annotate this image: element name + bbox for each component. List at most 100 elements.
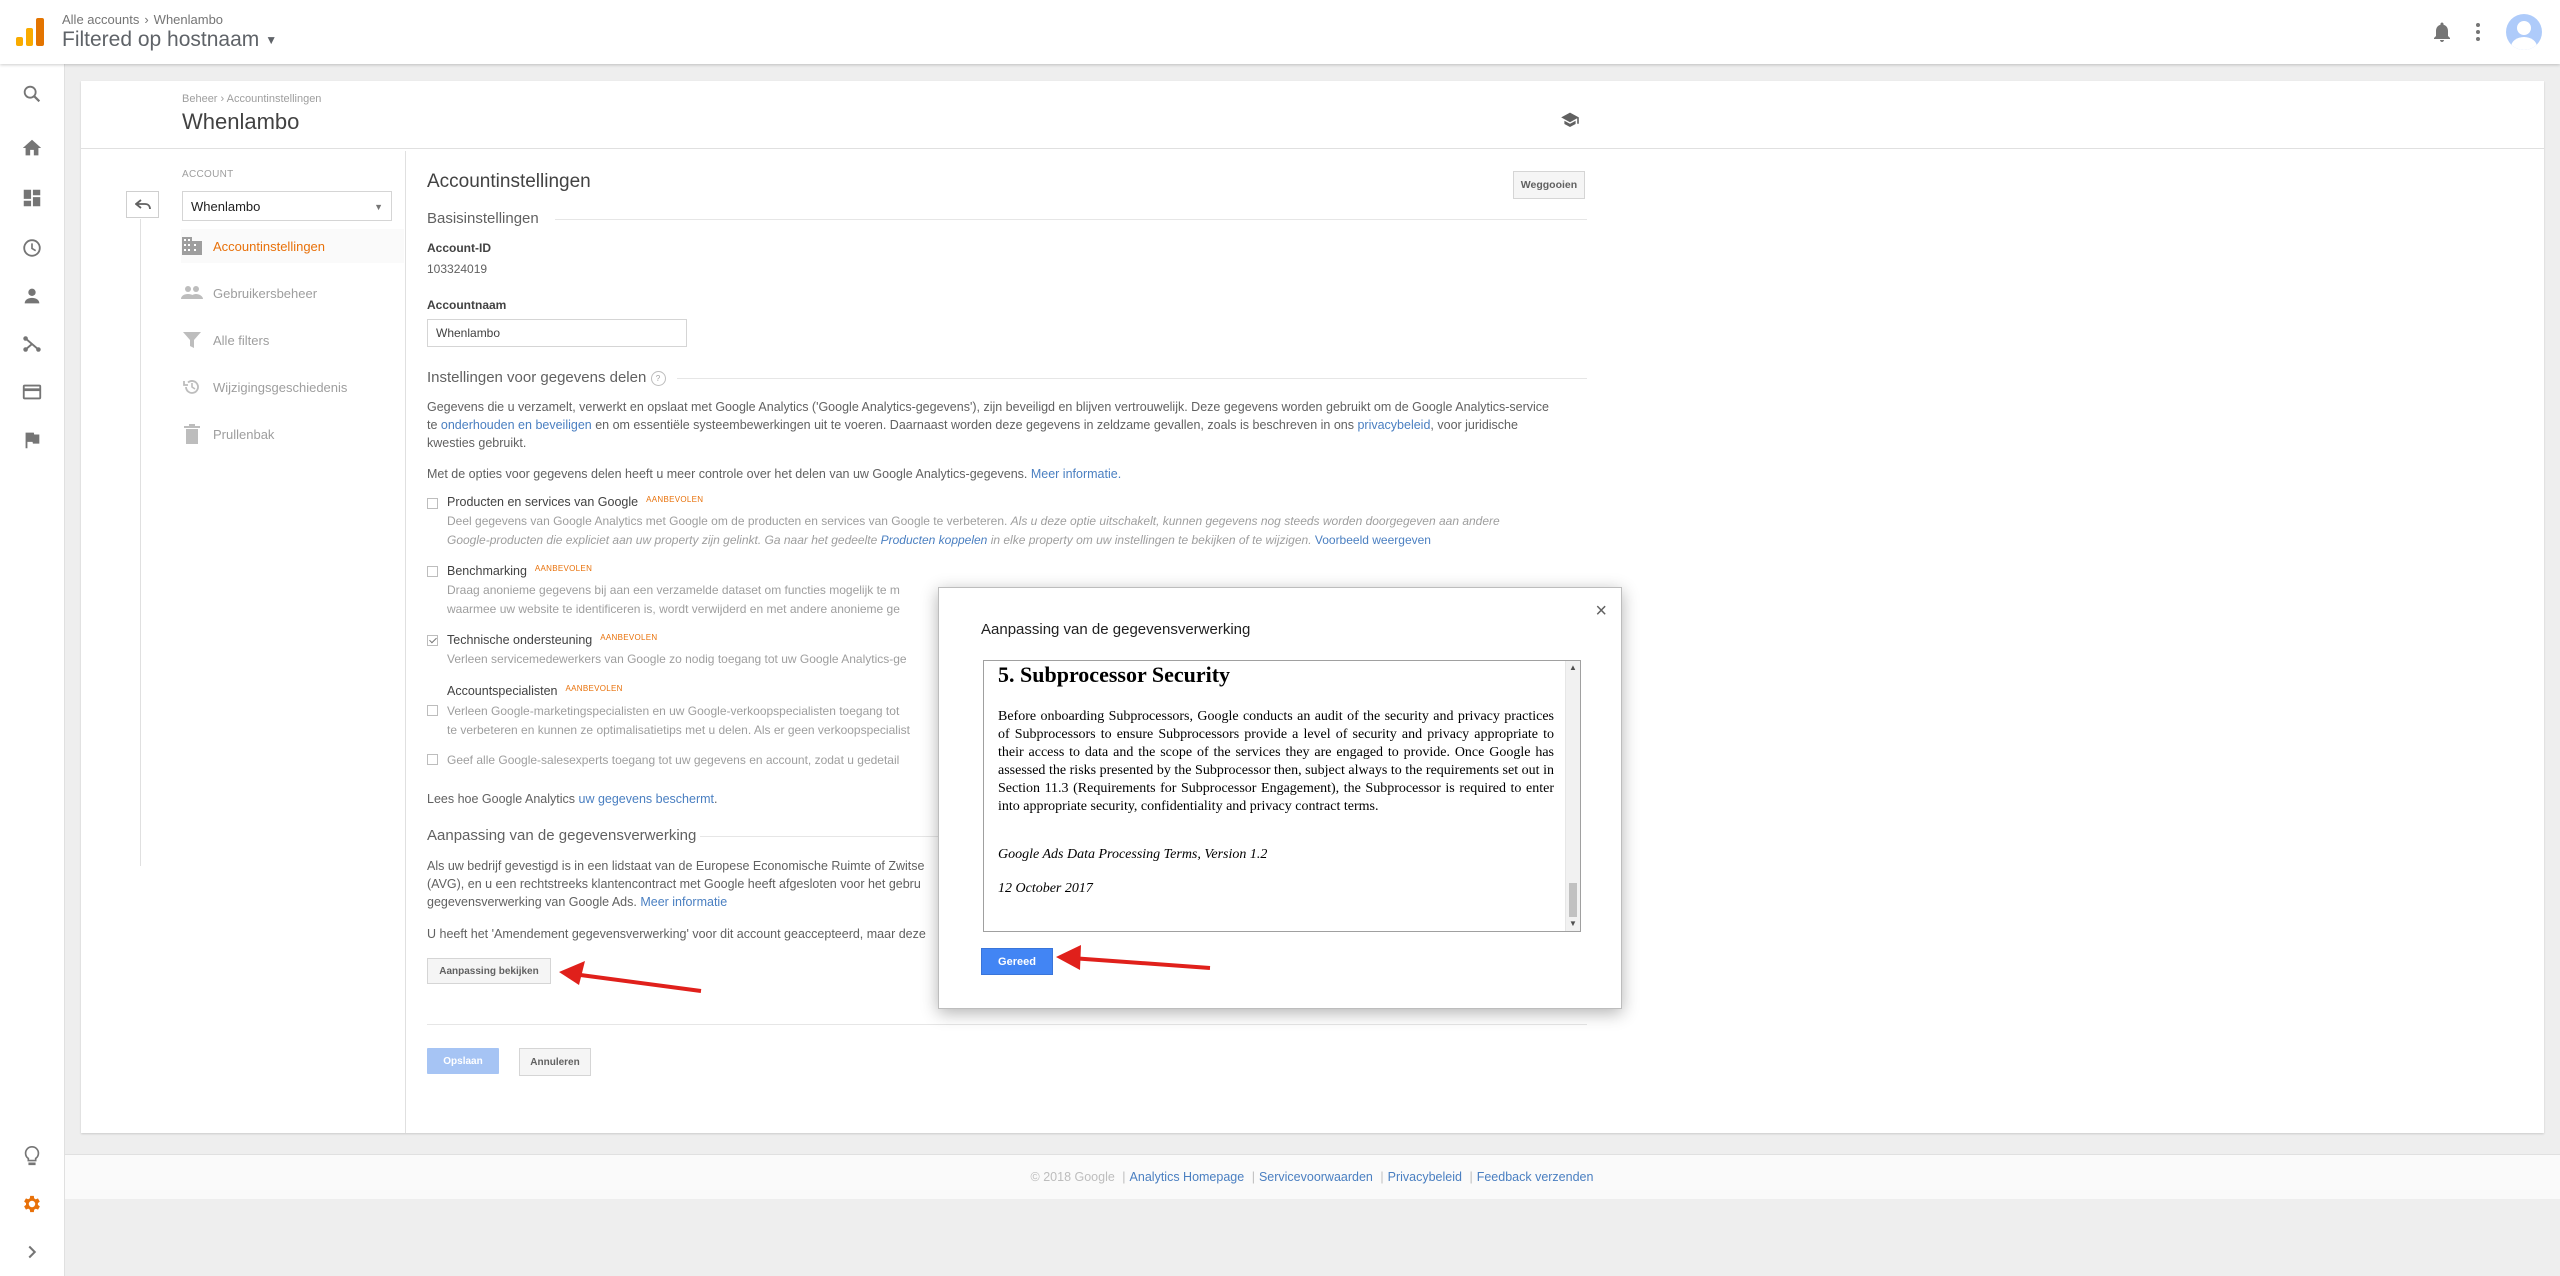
nav-all-filters[interactable]: Alle filters (181, 323, 404, 357)
column-divider (405, 151, 406, 1133)
doc-section-heading: 5. Subprocessor Security (998, 662, 1231, 687)
account-select[interactable]: Whenlambo ▼ (182, 191, 392, 221)
account-id-value: 103324019 (427, 262, 488, 276)
header-divider (81, 148, 2544, 149)
footer-privacy-link[interactable]: Privacybeleid (1388, 1170, 1462, 1184)
dpa-accepted-text: U heeft het 'Amendement gegevensverwerki… (427, 927, 926, 941)
breadcrumb-account[interactable]: Whenlambo (154, 12, 223, 27)
scroll-down-icon[interactable]: ▼ (1566, 917, 1580, 931)
nav-change-history[interactable]: Wijzigingsgeschiedenis (181, 370, 404, 404)
flag-icon[interactable] (18, 426, 46, 454)
text-fragment: Google-producten die expliciet aan uw pr… (447, 533, 881, 547)
footer-feedback-link[interactable]: Feedback verzenden (1477, 1170, 1594, 1184)
history-icon (181, 376, 203, 398)
data-protection-link[interactable]: uw gegevens beschermt (579, 792, 715, 806)
back-button[interactable] (126, 191, 159, 218)
desc-line: Geef alle Google-salesexperts toegang to… (447, 753, 900, 767)
products-services-checkbox[interactable] (427, 498, 438, 509)
save-button[interactable]: Opslaan (427, 1048, 499, 1074)
lightbulb-icon[interactable] (18, 1142, 46, 1170)
graduation-cap-icon[interactable] (1560, 111, 1580, 132)
more-options-icon[interactable] (2476, 23, 2480, 41)
gear-icon[interactable] (18, 1190, 46, 1218)
view-selector[interactable]: Filtered op hostnaam ▼ (62, 28, 277, 52)
recommended-badge: AANBEVOLEN (534, 564, 593, 573)
option-description: Draag anonieme gegevens bij aan een verz… (447, 581, 937, 619)
dpa-heading: Aanpassing van de gegevensverwerking (427, 827, 697, 844)
doc-scrollbar[interactable]: ▲ ▼ (1565, 661, 1580, 931)
option-title-text: Accountspecialisten (447, 684, 558, 698)
doc-date: 12 October 2017 (998, 881, 1093, 896)
option-title: Accountspecialisten AANBEVOLEN (447, 684, 623, 698)
footer-analytics-home-link[interactable]: Analytics Homepage (1130, 1170, 1245, 1184)
page-breadcrumb[interactable]: Beheer › Accountinstellingen (182, 93, 321, 105)
option-description: Verleen Google-marketingspecialisten en … (447, 702, 937, 740)
copyright: © 2018 Google (1030, 1170, 1115, 1184)
recommended-badge: AANBEVOLEN (646, 495, 704, 504)
desc-line: Deel gegevens van Google Analytics met G… (447, 512, 1527, 531)
text-fragment: . (714, 792, 718, 806)
text-fragment: gegevensverwerking van Google Ads. (427, 895, 641, 909)
privacy-policy-link[interactable]: privacybeleid (1357, 418, 1430, 432)
modal-title: Aanpassing van de gegevensverwerking (981, 621, 1251, 638)
footer-separator: | (1122, 1170, 1126, 1184)
home-icon[interactable] (18, 134, 46, 162)
back-arrow-icon (134, 198, 151, 209)
person-icon[interactable] (18, 282, 46, 310)
view-title: Filtered op hostnaam (62, 28, 260, 51)
option-title-text: Technische ondersteuning (447, 633, 593, 647)
footer-terms-link[interactable]: Servicevoorwaarden (1259, 1170, 1373, 1184)
analytics-logo-icon[interactable] (16, 18, 44, 46)
nav-trash[interactable]: Prullenbak (181, 417, 404, 451)
scroll-thumb[interactable] (1569, 883, 1577, 917)
clock-icon[interactable] (18, 234, 46, 262)
doc-paragraph: Before onboarding Subprocessors, Google … (998, 709, 1554, 814)
left-nav-rail (0, 64, 65, 1276)
dpa-line: (AVG), en u een rechtstreeks klantencont… (427, 877, 921, 891)
dropdown-caret-icon: ▼ (374, 202, 383, 212)
help-icon[interactable]: ? (650, 370, 666, 386)
account-id-label: Account-ID (427, 241, 491, 255)
sharing-intro: Gegevens die u verzamelt, verwerkt en op… (427, 398, 1592, 452)
option-description: Deel gegevens van Google Analytics met G… (447, 512, 1527, 550)
breadcrumb-all-accounts[interactable]: Alle accounts (62, 12, 139, 27)
sharing-intro-line-2: te onderhouden en beveiligen en om essen… (427, 416, 1592, 434)
more-info-link[interactable]: Meer informatie. (1031, 467, 1121, 481)
search-icon[interactable] (18, 80, 46, 108)
filter-icon (181, 329, 203, 351)
discard-button[interactable]: Weggooien (1513, 171, 1585, 199)
page-footer: © 2018 Google | Analytics Homepage | Servi… (64, 1154, 2560, 1199)
close-icon[interactable]: × (1595, 600, 1607, 623)
display-icon[interactable] (18, 378, 46, 406)
account-avatar[interactable] (2506, 14, 2542, 50)
chevron-right-icon[interactable] (18, 1238, 46, 1266)
link-products-link[interactable]: Producten koppelen (881, 533, 988, 547)
show-example-link[interactable]: Voorbeeld weergeven (1315, 533, 1431, 547)
recommended-badge: AANBEVOLEN (565, 684, 623, 693)
nav-label: Accountinstellingen (213, 238, 326, 254)
cancel-button[interactable]: Annuleren (519, 1048, 591, 1076)
done-button[interactable]: Gereed (981, 948, 1053, 975)
doc-version: Google Ads Data Processing Terms, Versio… (998, 847, 1268, 862)
sales-experts-checkbox[interactable] (427, 754, 438, 765)
technical-support-checkbox[interactable] (427, 635, 438, 646)
nav-user-management[interactable]: Gebruikersbeheer (181, 276, 404, 310)
dpa-line: gegevensverwerking van Google Ads. Meer … (427, 893, 937, 911)
maintain-secure-link[interactable]: onderhouden en beveiligen (441, 418, 592, 432)
view-amendment-button[interactable]: Aanpassing bekijken (427, 958, 551, 984)
benchmarking-checkbox[interactable] (427, 566, 438, 577)
option-description: Geef alle Google-salesexperts toegang to… (447, 751, 937, 770)
data-sharing-heading-text: Instellingen voor gegevens delen (427, 369, 647, 386)
terms-document-frame[interactable]: 5. Subprocessor Security Before onboardi… (983, 660, 1581, 932)
basic-settings-heading: Basisinstellingen (427, 210, 539, 227)
option-title: Benchmarking AANBEVOLEN (447, 564, 592, 578)
share-icon[interactable] (18, 330, 46, 358)
account-specialists-checkbox[interactable] (427, 705, 438, 716)
sharing-intro-line-3: kwesties gebruikt. (427, 436, 527, 450)
account-name-input[interactable] (427, 319, 687, 347)
nav-account-settings[interactable]: Accountinstellingen (181, 229, 404, 263)
scroll-up-icon[interactable]: ▲ (1566, 661, 1580, 675)
dashboard-icon[interactable] (18, 184, 46, 212)
dpa-more-info-link[interactable]: Meer informatie (640, 895, 727, 909)
notifications-bell-icon[interactable] (2434, 22, 2450, 42)
